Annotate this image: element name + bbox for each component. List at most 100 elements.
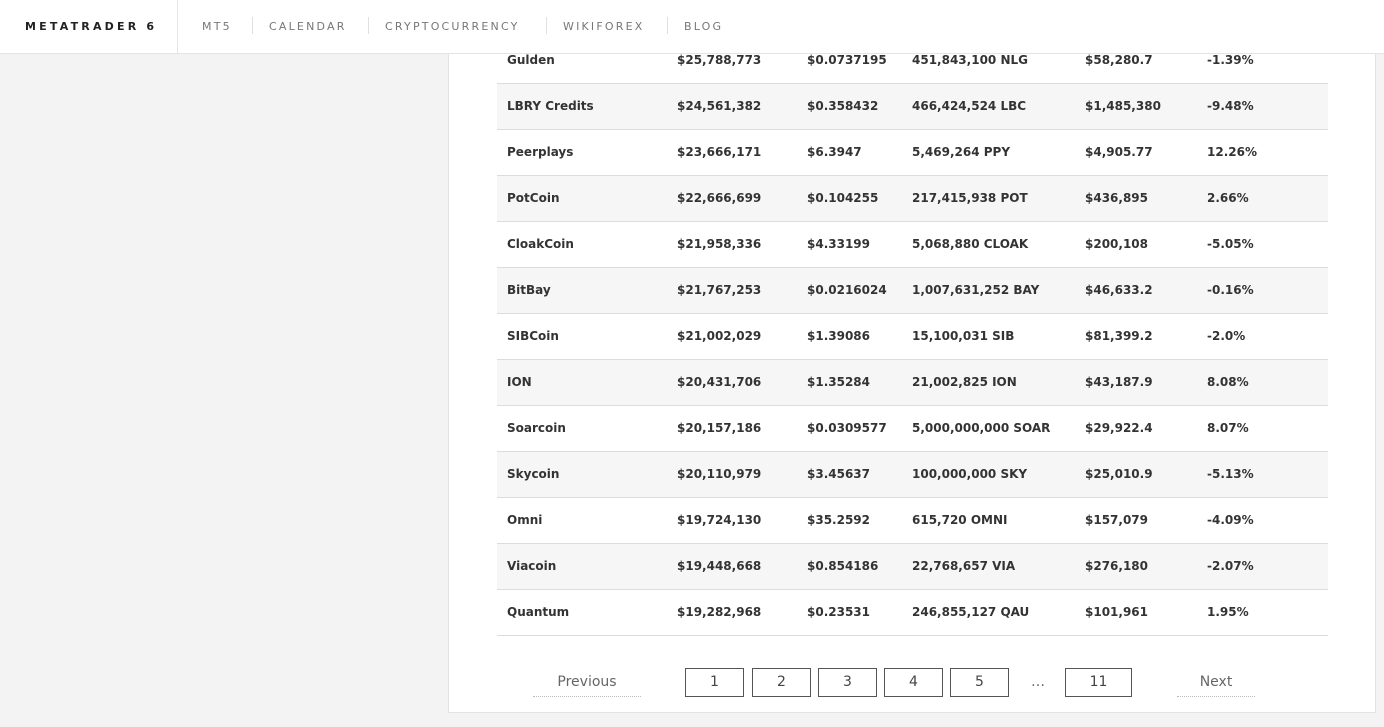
market-cap-cell: $20,110,979 [677,467,762,481]
crypto-table-panel: Gulden $25,788,773 $0.0737195 451,843,100 N… [448,53,1376,713]
price-cell: $35.2592 [807,513,871,527]
pagination: Previous 1 2 3 4 5 … 11 Next [449,668,1375,698]
price-cell: $1.39086 [807,329,871,343]
coin-name[interactable]: Omni [507,498,542,543]
table-row[interactable]: BitBay $21,767,253 $0.0216024 1,007,631,252… [497,268,1328,314]
coin-name[interactable]: BitBay [507,268,551,313]
circulating-supply-cell: 21,002,825 ION [912,375,1017,389]
nav-link-mt5[interactable]: MT5 [202,20,232,33]
circulating-supply-cell: 5,469,264 PPY [912,145,1011,159]
change-cell: -0.16% [1207,283,1254,297]
table-row[interactable]: SIBCoin $21,002,029 $1.39086 15,100,031 SIB… [497,314,1328,360]
price-cell: $0.0309577 [807,421,887,435]
table-row[interactable]: Quantum $19,282,968 $0.23531 246,855,127 QA… [497,590,1328,636]
volume-cell: $43,187.9 [1085,375,1153,389]
coin-name[interactable]: Peerplays [507,130,573,175]
coin-name[interactable]: Skycoin [507,452,559,497]
circulating-supply-cell: 1,007,631,252 BAY [912,283,1040,297]
change-cell: 2.66% [1207,191,1249,205]
volume-cell: $29,922.4 [1085,421,1153,435]
next-page-button[interactable]: Next [1177,668,1255,697]
nav-link-cryptocurrency[interactable]: CRYPTOCURRENCY [385,20,520,33]
volume-cell: $46,633.2 [1085,283,1153,297]
table-row[interactable]: ION $20,431,706 $1.35284 21,002,825 ION $43,… [497,360,1328,406]
market-cap-cell: $19,448,668 [677,559,762,573]
market-cap-cell: $21,002,029 [677,329,762,343]
crypto-market-table: Gulden $25,788,773 $0.0737195 451,843,100 N… [497,38,1328,636]
page-button-3[interactable]: 3 [818,668,877,697]
volume-cell: $4,905.77 [1085,145,1153,159]
top-navigation-bar: METATRADER 6 MT5 CALENDAR CRYPTOCURRENCY… [0,0,1384,54]
coin-name[interactable]: Soarcoin [507,406,566,451]
coin-name[interactable]: CloakCoin [507,222,574,267]
nav-link-wikiforex[interactable]: WIKIFOREX [563,20,645,33]
market-cap-cell: $24,561,382 [677,99,762,113]
change-cell: -5.13% [1207,467,1254,481]
nav-divider [252,17,253,34]
nav-link-calendar[interactable]: CALENDAR [269,20,347,33]
circulating-supply-cell: 5,068,880 CLOAK [912,237,1029,251]
brand-logo[interactable]: METATRADER 6 [25,20,157,33]
volume-cell: $1,485,380 [1085,99,1161,113]
volume-cell: $81,399.2 [1085,329,1153,343]
table-row[interactable]: Peerplays $23,666,171 $6.3947 5,469,264 PPY… [497,130,1328,176]
previous-page-button[interactable]: Previous [533,668,641,697]
table-row[interactable]: CloakCoin $21,958,336 $4.33199 5,068,880 CL… [497,222,1328,268]
page-button-1[interactable]: 1 [685,668,744,697]
coin-name[interactable]: SIBCoin [507,314,559,359]
circulating-supply-cell: 615,720 OMNI [912,513,1008,527]
coin-name[interactable]: Quantum [507,590,569,635]
circulating-supply-cell: 22,768,657 VIA [912,559,1016,573]
circulating-supply-cell: 217,415,938 POT [912,191,1028,205]
market-cap-cell: $21,767,253 [677,283,762,297]
volume-cell: $436,895 [1085,191,1149,205]
circulating-supply-cell: 100,000,000 SKY [912,467,1028,481]
page-button-last[interactable]: 11 [1065,668,1132,697]
nav-link-blog[interactable]: BLOG [684,20,723,33]
volume-cell: $200,108 [1085,237,1149,251]
table-row[interactable]: LBRY Credits $24,561,382 $0.358432 466,424,… [497,84,1328,130]
market-cap-cell: $19,282,968 [677,605,762,619]
price-cell: $0.358432 [807,99,879,113]
nav-divider [546,17,547,34]
change-cell: 8.07% [1207,421,1249,435]
page-button-5[interactable]: 5 [950,668,1009,697]
coin-name[interactable]: Viacoin [507,544,556,589]
market-cap-cell: $21,958,336 [677,237,762,251]
circulating-supply-cell: 5,000,000,000 SOAR [912,421,1051,435]
change-cell: 12.26% [1207,145,1257,159]
price-cell: $1.35284 [807,375,871,389]
price-cell: $4.33199 [807,237,871,251]
coin-name[interactable]: ION [507,360,532,405]
volume-cell: $157,079 [1085,513,1149,527]
market-cap-cell: $22,666,699 [677,191,762,205]
table-row[interactable]: Omni $19,724,130 $35.2592 615,720 OMNI $157,… [497,498,1328,544]
coin-name[interactable]: PotCoin [507,176,559,221]
price-cell: $0.104255 [807,191,879,205]
change-cell: -2.07% [1207,559,1254,573]
nav-divider [667,17,668,34]
change-cell: -4.09% [1207,513,1254,527]
price-cell: $3.45637 [807,467,871,481]
page-button-4[interactable]: 4 [884,668,943,697]
table-row[interactable]: Soarcoin $20,157,186 $0.0309577 5,000,000,0… [497,406,1328,452]
market-cap-cell: $20,157,186 [677,421,762,435]
price-cell: $0.23531 [807,605,871,619]
coin-name[interactable]: LBRY Credits [507,84,594,129]
table-row[interactable]: PotCoin $22,666,699 $0.104255 217,415,938 P… [497,176,1328,222]
nav-divider [368,17,369,34]
price-cell: $0.0216024 [807,283,887,297]
pagination-ellipsis: … [1031,674,1045,690]
market-cap-cell: $23,666,171 [677,145,762,159]
change-cell: -2.0% [1207,329,1246,343]
price-cell: $6.3947 [807,145,862,159]
change-cell: -9.48% [1207,99,1254,113]
market-cap-cell: $19,724,130 [677,513,762,527]
volume-cell: $276,180 [1085,559,1149,573]
table-row[interactable]: Skycoin $20,110,979 $3.45637 100,000,000 SK… [497,452,1328,498]
page-button-2[interactable]: 2 [752,668,811,697]
price-cell: $0.854186 [807,559,879,573]
market-cap-cell: $20,431,706 [677,375,762,389]
table-row[interactable]: Viacoin $19,448,668 $0.854186 22,768,657 VI… [497,544,1328,590]
volume-cell: $101,961 [1085,605,1149,619]
